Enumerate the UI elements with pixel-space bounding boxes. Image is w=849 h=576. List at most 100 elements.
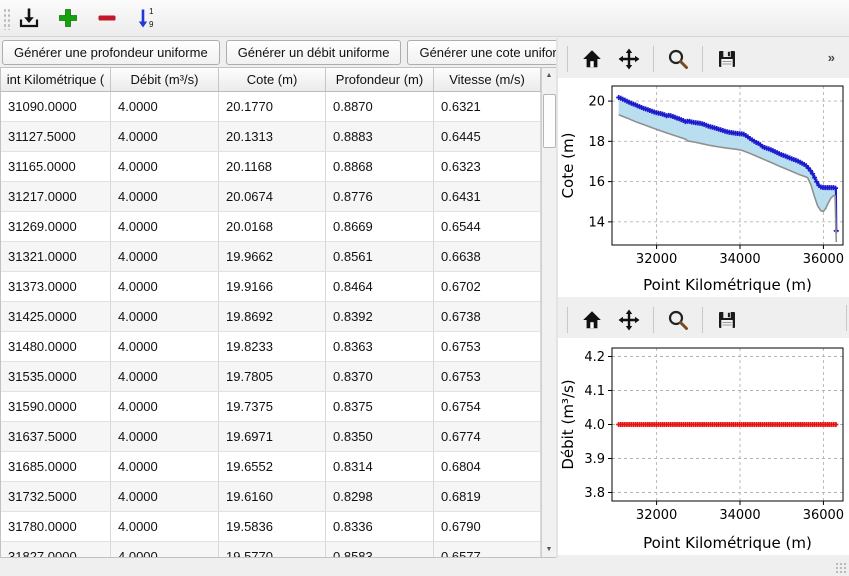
table-cell[interactable]: 0.8363 xyxy=(326,332,434,362)
table-cell[interactable]: 0.8350 xyxy=(326,422,434,452)
table-cell[interactable]: 31685.0000 xyxy=(1,452,111,482)
generate-flow-button[interactable]: Générer un débit uniforme xyxy=(226,40,402,65)
table-cell[interactable]: 4.0000 xyxy=(111,512,219,542)
table-cell[interactable]: 19.5770 xyxy=(219,542,326,558)
table-cell[interactable]: 0.8669 xyxy=(326,212,434,242)
table-cell[interactable]: 0.8370 xyxy=(326,362,434,392)
zoom-button[interactable] xyxy=(665,307,691,333)
save-button[interactable] xyxy=(714,307,740,333)
table-cell[interactable]: 4.0000 xyxy=(111,302,219,332)
table-cell[interactable]: 0.6754 xyxy=(434,392,541,422)
table-cell[interactable]: 20.1168 xyxy=(219,152,326,182)
table-cell[interactable]: 4.0000 xyxy=(111,182,219,212)
table-cell[interactable]: 4.0000 xyxy=(111,362,219,392)
table-cell[interactable]: 0.6321 xyxy=(434,92,541,122)
table-cell[interactable]: 31217.0000 xyxy=(1,182,111,212)
table-header-cell[interactable]: Vitesse (m/s) xyxy=(434,68,541,91)
table-cell[interactable]: 20.0674 xyxy=(219,182,326,212)
table-cell[interactable]: 0.8870 xyxy=(326,92,434,122)
table-cell[interactable]: 0.8336 xyxy=(326,512,434,542)
table-cell[interactable]: 19.6971 xyxy=(219,422,326,452)
table-cell[interactable]: 0.6804 xyxy=(434,452,541,482)
table-cell[interactable]: 0.6702 xyxy=(434,272,541,302)
table-cell[interactable]: 4.0000 xyxy=(111,92,219,122)
sort-button[interactable]: 1 9 xyxy=(133,5,159,31)
table-cell[interactable]: 0.8375 xyxy=(326,392,434,422)
toolbar-overflow-button[interactable]: » xyxy=(822,49,840,66)
table-cell[interactable]: 31827.0000 xyxy=(1,542,111,558)
table-cell[interactable]: 4.0000 xyxy=(111,482,219,512)
table-cell[interactable]: 0.8392 xyxy=(326,302,434,332)
table-cell[interactable]: 0.8868 xyxy=(326,152,434,182)
cote-chart[interactable]: 32000340003600014161820Point Kilométriqu… xyxy=(558,78,849,297)
table-cell[interactable]: 31480.0000 xyxy=(1,332,111,362)
table-cell[interactable]: 20.1770 xyxy=(219,92,326,122)
table-cell[interactable]: 0.6577 xyxy=(434,542,541,558)
window-resize-grip[interactable] xyxy=(835,562,847,574)
table-cell[interactable]: 19.9662 xyxy=(219,242,326,272)
home-button[interactable] xyxy=(579,46,605,72)
debit-chart[interactable]: 3200034000360003.83.94.04.14.2Point Kilo… xyxy=(558,338,849,555)
table-cell[interactable]: 0.6790 xyxy=(434,512,541,542)
table-cell[interactable]: 4.0000 xyxy=(111,152,219,182)
table-cell[interactable]: 0.6431 xyxy=(434,182,541,212)
table-cell[interactable]: 4.0000 xyxy=(111,392,219,422)
table-cell[interactable]: 4.0000 xyxy=(111,242,219,272)
table-cell[interactable]: 31373.0000 xyxy=(1,272,111,302)
table-header-cell[interactable]: Cote (m) xyxy=(219,68,326,91)
table-cell[interactable]: 31535.0000 xyxy=(1,362,111,392)
save-button[interactable] xyxy=(714,46,740,72)
table-cell[interactable]: 0.8314 xyxy=(326,452,434,482)
scrollbar-thumb[interactable] xyxy=(543,94,556,148)
scroll-down-button[interactable]: ▼ xyxy=(542,542,556,557)
table-cell[interactable]: 19.8233 xyxy=(219,332,326,362)
table-cell[interactable]: 19.7375 xyxy=(219,392,326,422)
table-cell[interactable]: 0.8776 xyxy=(326,182,434,212)
table-cell[interactable]: 4.0000 xyxy=(111,332,219,362)
table-cell[interactable]: 19.6160 xyxy=(219,482,326,512)
table-cell[interactable]: 19.5836 xyxy=(219,512,326,542)
table-cell[interactable]: 20.1313 xyxy=(219,122,326,152)
table-vertical-scrollbar[interactable]: ▲ ▼ xyxy=(541,68,556,557)
generate-depth-button[interactable]: Générer une profondeur uniforme xyxy=(2,40,220,65)
table-cell[interactable]: 0.6445 xyxy=(434,122,541,152)
scroll-up-button[interactable]: ▲ xyxy=(542,68,556,83)
table-cell[interactable]: 0.6638 xyxy=(434,242,541,272)
table-cell[interactable]: 0.8464 xyxy=(326,272,434,302)
table-header-cell[interactable]: int Kilométrique ( xyxy=(1,68,111,91)
table-cell[interactable]: 0.8298 xyxy=(326,482,434,512)
table-cell[interactable]: 4.0000 xyxy=(111,452,219,482)
table-cell[interactable]: 31090.0000 xyxy=(1,92,111,122)
import-button[interactable] xyxy=(16,5,42,31)
table-cell[interactable]: 0.8883 xyxy=(326,122,434,152)
table-cell[interactable]: 4.0000 xyxy=(111,422,219,452)
table-header-cell[interactable]: Profondeur (m) xyxy=(326,68,434,91)
table-cell[interactable]: 4.0000 xyxy=(111,212,219,242)
table-cell[interactable]: 20.0168 xyxy=(219,212,326,242)
table-cell[interactable]: 4.0000 xyxy=(111,122,219,152)
table-cell[interactable]: 31425.0000 xyxy=(1,302,111,332)
table-cell[interactable]: 4.0000 xyxy=(111,272,219,302)
table-cell[interactable]: 31590.0000 xyxy=(1,392,111,422)
add-row-button[interactable] xyxy=(55,5,81,31)
table-cell[interactable]: 0.8583 xyxy=(326,542,434,558)
table-cell[interactable]: 0.6753 xyxy=(434,362,541,392)
table-cell[interactable]: 0.6819 xyxy=(434,482,541,512)
table-cell[interactable]: 19.8692 xyxy=(219,302,326,332)
toolbar-drag-handle[interactable] xyxy=(3,8,10,30)
table-cell[interactable]: 0.6323 xyxy=(434,152,541,182)
table-cell[interactable]: 0.8561 xyxy=(326,242,434,272)
home-button[interactable] xyxy=(579,307,605,333)
zoom-button[interactable] xyxy=(665,46,691,72)
table-header-cell[interactable]: Débit (m³/s) xyxy=(111,68,219,91)
table-cell[interactable]: 19.9166 xyxy=(219,272,326,302)
table-cell[interactable]: 31165.0000 xyxy=(1,152,111,182)
table-cell[interactable]: 4.0000 xyxy=(111,542,219,558)
table-cell[interactable]: 19.7805 xyxy=(219,362,326,392)
pan-button[interactable] xyxy=(616,46,642,72)
table-cell[interactable]: 31127.5000 xyxy=(1,122,111,152)
table-cell[interactable]: 0.6774 xyxy=(434,422,541,452)
table-cell[interactable]: 31637.5000 xyxy=(1,422,111,452)
table-cell[interactable]: 31780.0000 xyxy=(1,512,111,542)
pan-button[interactable] xyxy=(616,307,642,333)
